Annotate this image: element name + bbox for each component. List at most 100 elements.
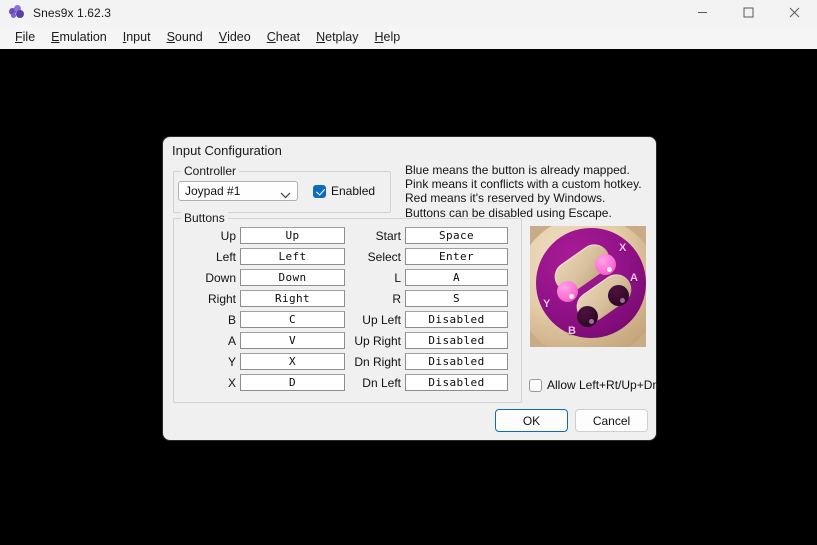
mapping-label-a: A [227,333,236,348]
mapping-field-right[interactable]: Right [240,290,345,307]
controller-preview-image: X Y A B [530,226,646,347]
mapping-row-x: X D [190,374,345,391]
mapping-row-up-left: Up Left Disabled [341,311,508,328]
mapping-label-dn-right: Dn Right [354,354,401,369]
mapping-field-y[interactable]: X [240,353,345,370]
menu-item-input[interactable]: Input [115,25,159,49]
window-title: Snes9x 1.62.3 [33,5,112,20]
enabled-checkbox-row[interactable]: Enabled [313,184,375,198]
menu-cheat-rest: heat [275,30,301,44]
window-controls [679,0,817,25]
menu-netplay-accel: N [316,30,326,44]
controller-button-a [608,285,629,306]
mapping-field-b[interactable]: C [240,311,345,328]
mapping-row-b: B C [190,311,345,328]
mapping-row-l: L A [341,269,508,286]
cancel-button[interactable]: Cancel [575,409,648,432]
close-icon[interactable] [771,0,817,25]
mapping-field-select[interactable]: Enter [405,248,508,265]
allow-diagonals-checkbox[interactable] [529,378,542,392]
hint-line-pink: Pink means it conflicts with a custom ho… [405,177,642,192]
hint-line-escape: Buttons can be disabled using Escape. [405,205,612,220]
menu-item-netplay[interactable]: Netplay [308,25,366,49]
titlebar: Snes9x 1.62.3 [0,0,817,25]
mapping-row-r: R S [341,290,508,307]
enabled-checkbox-label: Enabled [331,184,376,198]
menu-item-emulation[interactable]: Emulation [43,25,115,49]
mapping-field-dn-right[interactable]: Disabled [405,353,508,370]
mapping-field-start[interactable]: Space [405,227,508,244]
mapping-field-left[interactable]: Left [240,248,345,265]
mapping-row-down: Down Down [190,269,345,286]
mapping-field-dn-left[interactable]: Disabled [405,374,508,391]
mapping-row-dn-right: Dn Right Disabled [341,353,508,370]
controller-label-x: X [619,242,627,254]
mapping-label-right: Right [207,291,236,306]
mapping-label-select: Select [367,249,401,264]
snes9x-logo-icon [9,4,25,21]
hints-text: Blue means the button is already mapped.… [405,163,642,220]
mapping-label-start: Start [375,228,401,243]
menu-item-file[interactable]: File [7,25,43,49]
mapping-label-b: B [227,312,236,327]
mapping-label-up-right: Up Right [354,333,401,348]
menu-file-accel: F [15,30,23,44]
dialog-title: Input Configuration [172,143,282,158]
ok-button[interactable]: OK [495,409,568,432]
mapping-label-left: Left [215,249,236,264]
chevron-down-icon [280,186,291,204]
menu-item-video[interactable]: Video [211,25,259,49]
menu-sound-accel: S [166,30,175,44]
controller-label-a: A [630,272,638,284]
mapping-label-down: Down [205,270,236,285]
allow-diagonals-checkbox-row[interactable]: Allow Left+Rt/Up+Dn [529,378,659,392]
mapping-row-up-right: Up Right Disabled [341,332,508,349]
menu-help-accel: H [374,30,384,44]
mapping-label-y: Y [227,354,236,369]
mapping-field-up-left[interactable]: Disabled [405,311,508,328]
mapping-label-dn-left: Dn Left [362,375,401,390]
mapping-field-up[interactable]: Up [240,227,345,244]
mapping-field-down[interactable]: Down [240,269,345,286]
menu-sound-rest: ound [174,30,203,44]
mapping-label-l: L [394,270,401,285]
menu-help-rest: elp [383,30,401,44]
hint-line-red: Red means it's reserved by Windows. [405,191,606,206]
mapping-row-a: A V [190,332,345,349]
enabled-checkbox[interactable] [313,184,326,198]
controller-button-b [577,306,598,327]
mapping-label-x: X [227,375,236,390]
menu-item-cheat[interactable]: Cheat [259,25,308,49]
mapping-field-r[interactable]: S [405,290,508,307]
mapping-row-dn-left: Dn Left Disabled [341,374,508,391]
menu-item-help[interactable]: Help [366,25,408,49]
mapping-row-up: Up Up [190,227,345,244]
controller-button-x [595,254,616,275]
mapping-field-x[interactable]: D [240,374,345,391]
minimize-icon[interactable] [679,0,725,25]
mapping-row-right: Right Right [190,290,345,307]
mapping-field-up-right[interactable]: Disabled [405,332,508,349]
controller-label-y: Y [543,298,551,310]
mapping-field-a[interactable]: V [240,332,345,349]
joypad-select[interactable]: Joypad #1 [178,181,298,201]
mapping-label-up-left: Up Left [362,312,401,327]
mapping-field-l[interactable]: A [405,269,508,286]
menu-emulation-accel: E [51,30,60,44]
joypad-select-value: Joypad #1 [185,184,241,198]
buttons-group-label: Buttons [181,211,228,225]
controller-button-y [557,281,578,302]
controller-group-label: Controller [181,164,240,178]
menu-video-rest: ideo [227,30,251,44]
mapping-row-start: Start Space [341,227,508,244]
hint-line-blue: Blue means the button is already mapped. [405,163,630,177]
mapping-label-r: R [392,291,401,306]
maximize-icon[interactable] [725,0,771,25]
mapping-label-up: Up [220,228,236,243]
menu-video-accel: V [218,30,228,44]
menu-cheat-accel: C [266,30,276,44]
allow-diagonals-label: Allow Left+Rt/Up+Dn [547,378,660,392]
menu-item-sound[interactable]: Sound [159,25,211,49]
menu-emulation-rest: mulation [59,30,107,44]
mapping-row-select: Select Enter [341,248,508,265]
